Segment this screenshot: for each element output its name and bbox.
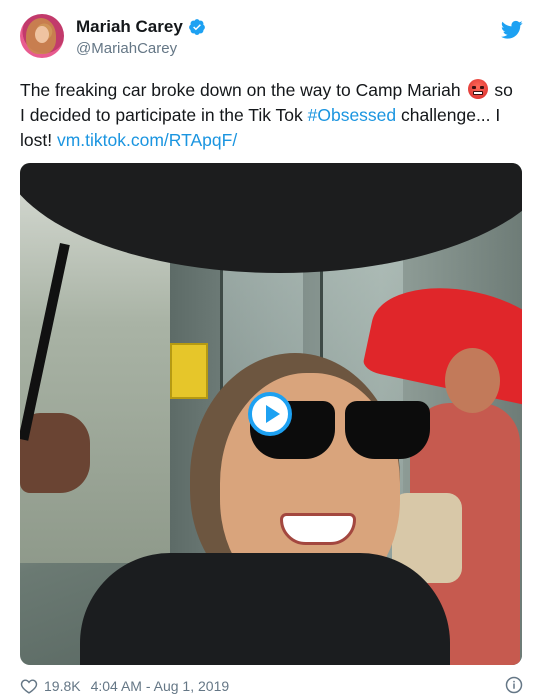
tweet-card: Mariah Carey @MariahCarey The freaking c… xyxy=(0,0,541,700)
verified-badge-icon xyxy=(188,18,205,35)
author-name-row[interactable]: Mariah Carey xyxy=(76,16,206,37)
tweet-footer: 19.8K 4:04 AM - Aug 1, 2019 xyxy=(20,676,523,696)
video-shirt xyxy=(80,553,450,665)
video-player[interactable] xyxy=(20,163,522,665)
info-icon[interactable] xyxy=(505,676,523,694)
video-person-head xyxy=(445,348,500,413)
play-icon[interactable] xyxy=(248,392,292,436)
timestamp[interactable]: 4:04 AM - Aug 1, 2019 xyxy=(91,678,230,694)
tiktok-link[interactable]: vm.tiktok.com/RTApqF/ xyxy=(57,130,237,150)
display-name[interactable]: Mariah Carey xyxy=(76,16,183,37)
hashtag-link[interactable]: #Obsessed xyxy=(308,105,397,125)
tweet-text: The freaking car broke down on the way t… xyxy=(20,78,520,153)
like-count[interactable]: 19.8K xyxy=(44,678,81,694)
tweet-header: Mariah Carey @MariahCarey xyxy=(20,14,523,66)
angry-face-icon xyxy=(467,79,488,99)
avatar[interactable] xyxy=(20,14,64,58)
twitter-bird-icon[interactable] xyxy=(501,20,523,40)
heart-icon[interactable] xyxy=(20,678,38,694)
video-yellow-sign xyxy=(170,343,208,399)
handle[interactable]: @MariahCarey xyxy=(76,39,206,59)
author-info: Mariah Carey @MariahCarey xyxy=(76,16,206,59)
video-smile xyxy=(280,513,356,545)
tweet-text-part1: The freaking car broke down on the way t… xyxy=(20,80,466,100)
